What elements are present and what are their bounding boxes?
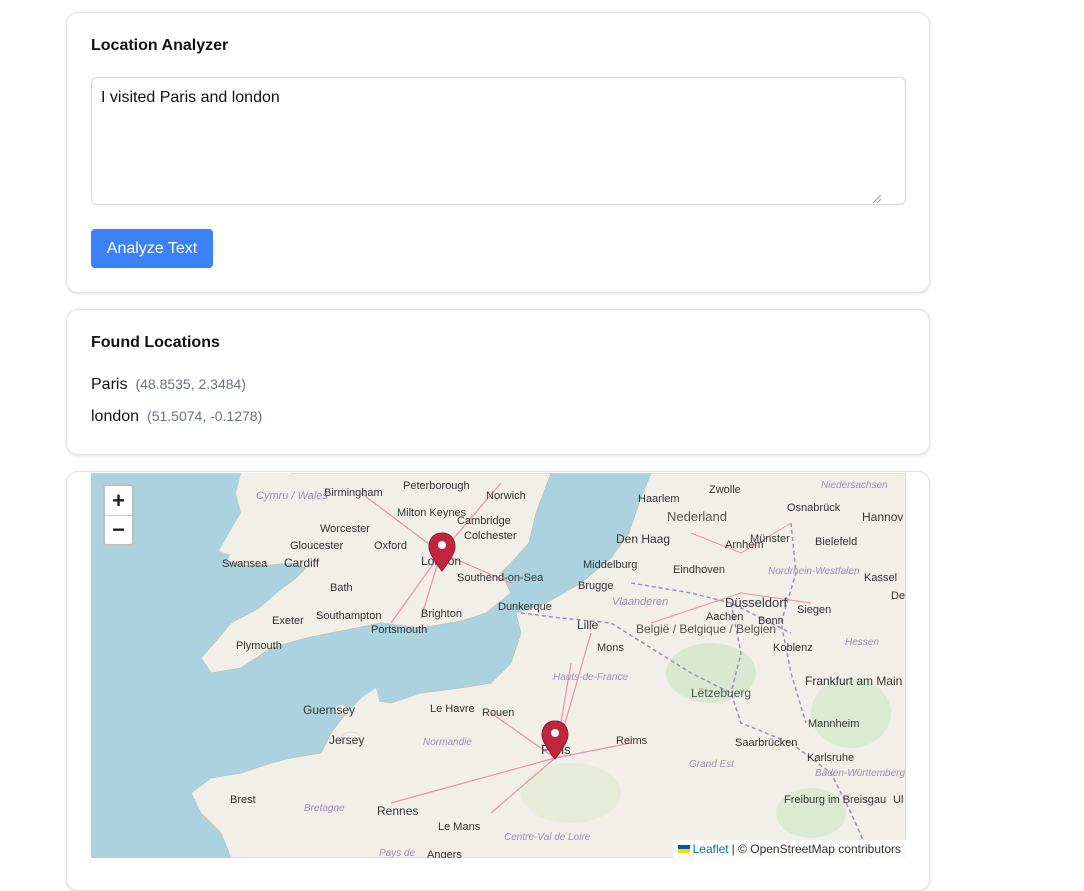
map-label: Den Haag [616, 532, 670, 546]
map-label: Guernsey [303, 703, 355, 717]
map-label: Reims [616, 735, 648, 747]
map-label: Niedersachsen [821, 480, 888, 491]
map-card: Birmingham Peterborough Norwich Cymru / … [66, 471, 930, 891]
map-label: Exeter [272, 615, 304, 627]
map-label: Haarlem [638, 493, 680, 505]
found-title: Found Locations [91, 334, 220, 351]
map-label: Pays de [379, 848, 416, 858]
map-label: Brighton [421, 608, 462, 620]
analyzer-title: Location Analyzer [91, 37, 229, 54]
map-label: Karlsruhe [807, 752, 854, 764]
map-label: Southend-on-Sea [457, 572, 544, 584]
leaflet-link[interactable]: Leaflet [693, 842, 729, 856]
map-tiles[interactable]: Birmingham Peterborough Norwich Cymru / … [91, 473, 906, 858]
map-label: Cambridge [457, 515, 511, 527]
map-label: Brest [230, 794, 256, 806]
map-label: Bretagne [304, 803, 345, 814]
map-label: Freiburg im Breisgau [784, 794, 886, 806]
map-label: Southampton [316, 610, 381, 622]
location-name: Paris [91, 376, 128, 393]
zoom-out-button[interactable]: − [105, 515, 132, 544]
analyzer-card: Location Analyzer I visited Paris and lo… [66, 12, 930, 293]
map-label: Normandie [423, 737, 472, 748]
map-label: Kassel [864, 572, 897, 584]
map-label: Siegen [797, 604, 831, 616]
map-label: Cymru / Wales [256, 490, 328, 502]
map-label: Aachen [706, 611, 743, 623]
map-label: Middelburg [583, 559, 637, 571]
map-label: Gloucester [290, 540, 344, 552]
map-label: Le Havre [430, 703, 475, 715]
map-label: Bielefeld [815, 536, 857, 548]
map-label: Grand Est [689, 759, 735, 770]
map-label: Hauts-de-France [553, 672, 628, 683]
map-label: Norwich [486, 490, 526, 502]
map-label: Eindhoven [673, 564, 725, 576]
map-attribution: Leaflet | © OpenStreetMap contributors [672, 840, 906, 858]
map-label: België / Belgique / Belgien [636, 622, 776, 636]
map-label: Rouen [482, 707, 514, 719]
map-label: Jersey [329, 733, 364, 747]
map-label: Lille [577, 618, 599, 632]
location-item: Paris (48.8535, 2.3484) [91, 376, 262, 408]
map-label: Koblenz [773, 642, 813, 654]
map-label: Frankfurt am Main [805, 674, 902, 688]
ukraine-flag-icon [677, 845, 690, 853]
map-label: Birmingham [324, 487, 383, 499]
map-label: Münster [750, 533, 790, 545]
zoom-control: + − [103, 484, 134, 546]
map-label: Worcester [320, 523, 370, 535]
map-label: Le Mans [438, 821, 481, 833]
map-label: Osnabrück [787, 502, 841, 514]
attribution-text: | © OpenStreetMap contributors [731, 842, 901, 856]
map-label: Mons [597, 642, 624, 654]
map-label: Rennes [377, 804, 418, 818]
zoom-in-button[interactable]: + [105, 486, 132, 515]
map[interactable]: Birmingham Peterborough Norwich Cymru / … [91, 473, 906, 858]
location-coords: (51.5074, -0.1278) [147, 408, 263, 424]
map-label: Angers [427, 849, 462, 858]
map-label: Nordrhein-Westfalen [768, 566, 860, 577]
map-label: Zwolle [709, 484, 741, 496]
map-label: Portsmouth [371, 624, 427, 636]
map-label: Nederland [667, 509, 727, 524]
map-label: Mannheim [808, 718, 859, 730]
resize-handle-icon[interactable] [873, 195, 881, 203]
text-input[interactable]: I visited Paris and london [91, 77, 906, 205]
map-label: Centre-Val de Loire [504, 832, 591, 843]
map-label: Plymouth [236, 640, 282, 652]
location-item: london (51.5074, -0.1278) [91, 408, 262, 440]
map-label: Düsseldorf [725, 595, 788, 610]
location-list: Paris (48.8535, 2.3484) london (51.5074,… [91, 376, 262, 440]
found-locations-card: Found Locations Paris (48.8535, 2.3484) … [66, 309, 930, 455]
location-name: london [91, 408, 140, 425]
map-label: Ul [893, 794, 903, 806]
map-label: Cardiff [284, 556, 320, 570]
map-label: Vlaanderen [612, 596, 668, 608]
map-label: Oxford [374, 540, 407, 552]
map-label: De [891, 590, 905, 602]
map-label: Hannov [862, 510, 903, 524]
map-label: Bath [330, 582, 353, 594]
map-label: Dunkerque [498, 601, 552, 613]
map-label: Lëtzebuerg [691, 686, 751, 700]
map-label: Brugge [578, 580, 613, 592]
map-label: Swansea [222, 558, 268, 570]
location-coords: (48.8535, 2.3484) [135, 376, 246, 392]
map-label: Colchester [464, 530, 517, 542]
map-label: Saarbrücken [735, 737, 797, 749]
map-label: Bonn [758, 615, 784, 627]
map-label: Hessen [845, 637, 879, 648]
analyze-button[interactable]: Analyze Text [91, 229, 213, 268]
map-label: Peterborough [403, 480, 470, 492]
map-label: Baden-Württemberg [815, 768, 905, 779]
